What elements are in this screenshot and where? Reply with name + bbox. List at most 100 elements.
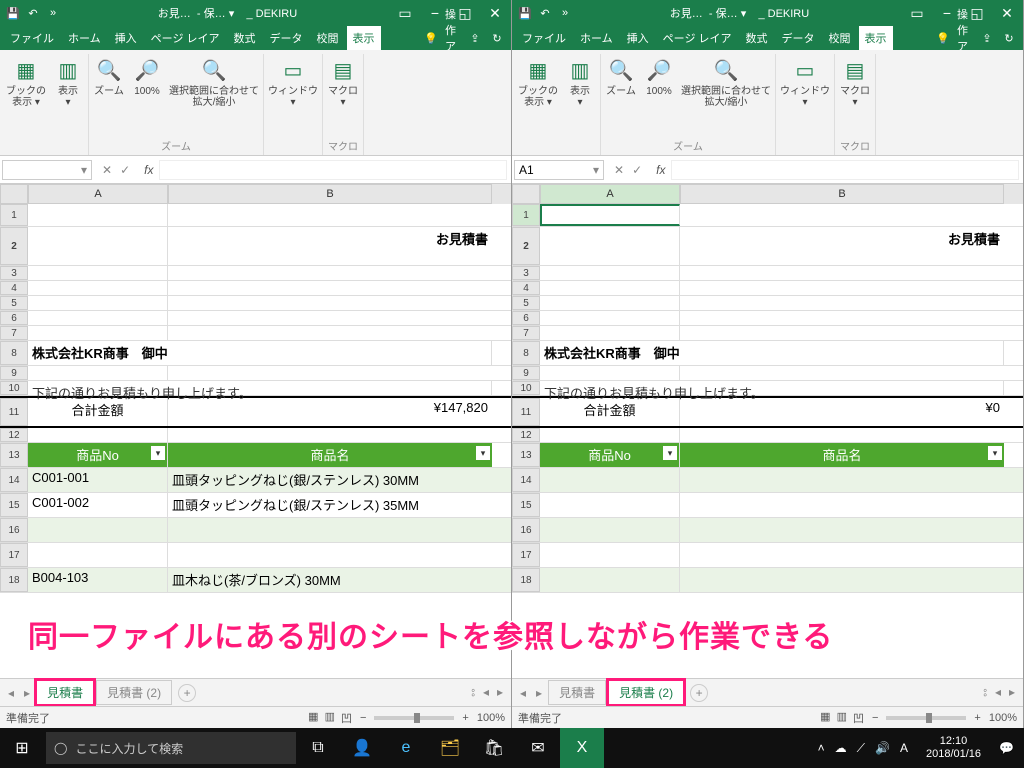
sheet-tab-2[interactable]: 見積書 (2)	[608, 680, 684, 705]
tab-layout[interactable]: ページ レイア	[657, 26, 738, 50]
save-icon[interactable]: 💾	[518, 6, 532, 20]
col-header-a[interactable]: A	[28, 184, 168, 204]
macro-button[interactable]: ▤マクロ ▾	[325, 54, 361, 136]
col-header-b[interactable]: B	[168, 184, 492, 204]
excel-taskbar-icon[interactable]: X	[560, 728, 604, 768]
select-all-corner[interactable]	[0, 184, 28, 204]
formula-input[interactable]	[159, 160, 507, 180]
view-normal-icon[interactable]: ▦	[308, 710, 318, 726]
name-box[interactable]: A1▾	[514, 160, 604, 180]
fx-icon[interactable]: fx	[144, 163, 153, 177]
filter-dropdown-icon[interactable]: ▾	[151, 446, 165, 460]
sheet-nav-next-icon[interactable]: ▸	[532, 686, 546, 700]
tab-view[interactable]: 表示	[859, 26, 893, 50]
zoom-100-button[interactable]: 🔎100%	[641, 54, 677, 136]
save-icon[interactable]: 💾	[6, 6, 20, 20]
enter-icon[interactable]: ✓	[120, 163, 130, 177]
taskbar-clock[interactable]: 12:102018/01/16	[918, 735, 989, 761]
col-header-b[interactable]: B	[680, 184, 1004, 204]
undo-icon[interactable]: ↶	[538, 6, 552, 20]
filter-dropdown-icon[interactable]: ▾	[663, 446, 677, 460]
onedrive-icon[interactable]: ☁	[835, 741, 847, 755]
zoom-selection-button[interactable]: 🔍選択範囲に合わせて 拡大/縮小	[167, 54, 261, 136]
cancel-icon[interactable]: ✕	[102, 163, 112, 177]
table-cell[interactable]	[680, 468, 1004, 492]
table-cell[interactable]	[540, 493, 680, 517]
table-cell[interactable]: C001-001	[28, 468, 168, 492]
view-page-icon[interactable]: ▥	[325, 710, 335, 726]
formula-input[interactable]	[671, 160, 1019, 180]
tab-data[interactable]: データ	[264, 26, 309, 50]
start-button[interactable]: ⊞	[0, 728, 44, 768]
col-header-a[interactable]: A	[540, 184, 680, 204]
tab-review[interactable]: 校閲	[311, 26, 345, 50]
sheet-tab-1[interactable]: 見積書	[36, 680, 94, 705]
table-header-no[interactable]: 商品No▾	[28, 443, 168, 467]
table-cell[interactable]	[168, 543, 492, 567]
filter-dropdown-icon[interactable]: ▾	[476, 446, 490, 460]
table-cell[interactable]	[540, 543, 680, 567]
window-button[interactable]: ▭ウィンドウ ▾	[266, 54, 320, 140]
table-cell[interactable]	[680, 543, 1004, 567]
tab-file[interactable]: ファイル	[4, 26, 60, 50]
table-cell[interactable]: 皿木ねじ(茶/ブロンズ) 30MM	[168, 568, 492, 592]
tellme-icon[interactable]: 💡	[935, 30, 951, 46]
show-button[interactable]: ▥表示 ▾	[50, 54, 86, 140]
table-cell[interactable]	[540, 518, 680, 542]
close-icon[interactable]: ✕	[481, 2, 509, 24]
table-cell[interactable]	[28, 518, 168, 542]
sheet-tab-2[interactable]: 見積書 (2)	[96, 680, 172, 705]
history-icon[interactable]: ↻	[1001, 30, 1017, 46]
store-icon[interactable]: 🛍	[472, 728, 516, 768]
new-sheet-button[interactable]: +	[690, 684, 708, 702]
ribbon-mode-icon[interactable]: ▭	[903, 2, 931, 24]
book-view-button[interactable]: ▦ブックの 表示 ▾	[4, 54, 48, 140]
edge-icon[interactable]: e	[384, 728, 428, 768]
selected-cell-a1[interactable]	[540, 204, 680, 226]
view-normal-icon[interactable]: ▦	[820, 710, 830, 726]
tellme-label[interactable]: 操作アシ	[957, 30, 973, 46]
zoom-slider[interactable]	[886, 716, 966, 720]
undo-icon[interactable]: ↶	[26, 6, 40, 20]
wifi-icon[interactable]: ⟋	[857, 741, 865, 756]
sheet-nav-prev-icon[interactable]: ◂	[4, 686, 18, 700]
zoom-button[interactable]: 🔍ズーム	[603, 54, 639, 136]
tab-home[interactable]: ホーム	[574, 26, 619, 50]
table-cell[interactable]: B004-103	[28, 568, 168, 592]
share-icon[interactable]: ⇪	[467, 30, 483, 46]
table-cell[interactable]	[680, 568, 1004, 592]
table-cell[interactable]	[540, 568, 680, 592]
select-all-corner[interactable]	[512, 184, 540, 204]
view-page-icon[interactable]: ▥	[837, 710, 847, 726]
tab-layout[interactable]: ページ レイア	[145, 26, 226, 50]
sheet-nav-prev-icon[interactable]: ◂	[516, 686, 530, 700]
tab-data[interactable]: データ	[776, 26, 821, 50]
qat-more-icon[interactable]: »	[558, 6, 572, 20]
sheet-tab-1[interactable]: 見積書	[548, 680, 606, 705]
volume-icon[interactable]: 🔊	[875, 741, 890, 755]
taskbar-search[interactable]: ◯ ここに入力して検索	[46, 732, 296, 764]
tab-formula[interactable]: 数式	[740, 26, 774, 50]
people-icon[interactable]: 👤	[340, 728, 384, 768]
tab-file[interactable]: ファイル	[516, 26, 572, 50]
view-break-icon[interactable]: 凹	[341, 710, 352, 726]
zoom-slider[interactable]	[374, 716, 454, 720]
worksheet-grid[interactable]: A B 1 2お見積書 3 4 5 6 7 8株式会社KR商事 御中 9 10下…	[0, 184, 511, 678]
table-header-name[interactable]: 商品名▾	[680, 443, 1004, 467]
table-header-name[interactable]: 商品名▾	[168, 443, 492, 467]
zoom-100-button[interactable]: 🔎100%	[129, 54, 165, 136]
tab-view[interactable]: 表示	[347, 26, 381, 50]
ime-icon[interactable]: A	[900, 741, 908, 755]
zoom-button[interactable]: 🔍ズーム	[91, 54, 127, 136]
ribbon-mode-icon[interactable]: ▭	[391, 2, 419, 24]
table-cell[interactable]	[168, 518, 492, 542]
table-cell[interactable]	[28, 543, 168, 567]
tab-formula[interactable]: 数式	[228, 26, 262, 50]
table-cell[interactable]	[540, 468, 680, 492]
name-box[interactable]: ▾	[2, 160, 92, 180]
share-icon[interactable]: ⇪	[979, 30, 995, 46]
table-header-no[interactable]: 商品No▾	[540, 443, 680, 467]
table-cell[interactable]	[680, 518, 1004, 542]
table-cell[interactable]: 皿頭タッピングねじ(銀/ステンレス) 30MM	[168, 468, 492, 492]
close-icon[interactable]: ✕	[993, 2, 1021, 24]
